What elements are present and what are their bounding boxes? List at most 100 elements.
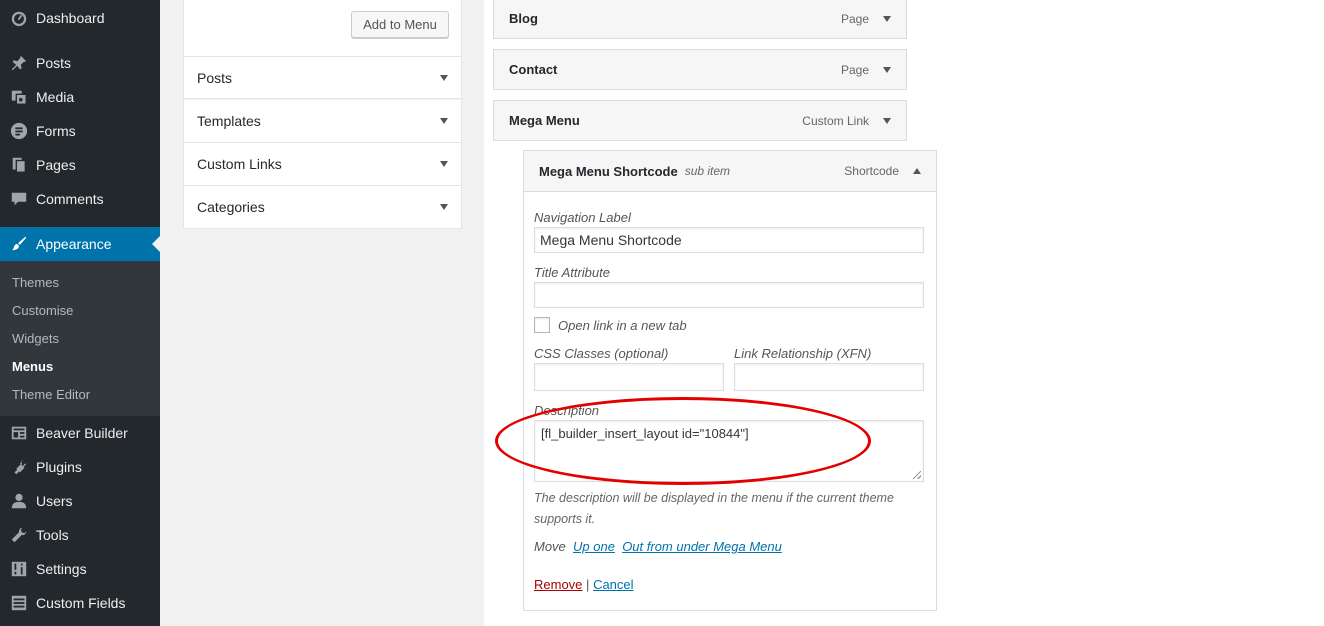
navigation-label-label: Navigation Label [534, 210, 631, 225]
plugin-icon [0, 458, 36, 476]
appearance-submenu: Themes Customise Widgets Menus Theme Edi… [0, 261, 160, 416]
actions-separator: | [586, 577, 590, 592]
remove-link[interactable]: Remove [534, 577, 582, 592]
title-attribute-label: Title Attribute [534, 265, 610, 280]
forms-icon [0, 122, 36, 140]
accordion-posts[interactable]: Posts [183, 56, 462, 99]
dashboard-icon [0, 9, 36, 27]
chevron-down-icon [440, 161, 448, 167]
css-classes-label: CSS Classes (optional) [534, 346, 669, 361]
move-out-link[interactable]: Out from under Mega Menu [622, 539, 782, 554]
sidebar-item-label: Tools [36, 527, 69, 543]
menu-item-contact[interactable]: Contact Page [493, 49, 907, 90]
sidebar-item-label: Custom Fields [36, 595, 126, 611]
chevron-down-icon[interactable] [883, 66, 891, 73]
resize-grip-icon[interactable] [913, 471, 921, 479]
sidebar-item-label: Beaver Builder [36, 425, 128, 441]
add-menu-items-panel: Add to Menu [183, 0, 462, 56]
accordion-categories[interactable]: Categories [183, 186, 462, 229]
accordion-custom-links[interactable]: Custom Links [183, 143, 462, 186]
user-icon [0, 492, 36, 510]
description-textarea[interactable]: [fl_builder_insert_layout id="10844"] [534, 420, 924, 482]
navigation-label-input[interactable]: Mega Menu Shortcode [534, 227, 924, 253]
sidebar-item-custom-fields[interactable]: Custom Fields [0, 586, 160, 620]
description-help-text: The description will be displayed in the… [534, 491, 894, 526]
sub-item-label: sub item [684, 164, 731, 178]
sidebar-item-label: Dashboard [36, 10, 105, 26]
submenu-item-theme-editor[interactable]: Theme Editor [12, 387, 90, 402]
comments-icon [0, 190, 36, 208]
sidebar-item-label: Appearance [36, 236, 112, 252]
actions-row: Remove | Cancel [534, 577, 634, 592]
sidebar-item-label: Plugins [36, 459, 82, 475]
xfn-label: Link Relationship (XFN) [734, 346, 872, 361]
sidebar-item-label: Users [36, 493, 73, 509]
chevron-down-icon [440, 74, 448, 81]
chevron-down-icon[interactable] [883, 117, 891, 124]
sidebar-item-settings[interactable]: Settings [0, 552, 160, 586]
sidebar-item-users[interactable]: Users [0, 484, 160, 518]
pages-icon [0, 156, 36, 174]
chevron-up-icon[interactable] [913, 168, 921, 174]
accordion-title: Templates [197, 113, 261, 129]
media-icon [0, 88, 36, 106]
accordion-title: Posts [197, 69, 233, 86]
submenu-item-menus[interactable]: Menus [12, 359, 53, 374]
menu-item-blog[interactable]: Blog Page [493, 0, 907, 39]
sidebar-item-label: Forms [36, 123, 76, 139]
accordion-title: Custom Links [197, 156, 282, 172]
menu-item-mega-menu[interactable]: Mega Menu Custom Link [493, 100, 907, 141]
sidebar-item-comments[interactable]: Comments [0, 182, 160, 216]
sidebar-item-plugins[interactable]: Plugins [0, 450, 160, 484]
settings-icon [0, 560, 36, 578]
submenu-item-customise[interactable]: Customise [12, 303, 73, 318]
menu-item-type: Page [840, 62, 869, 77]
css-classes-input[interactable] [534, 363, 724, 391]
sidebar-item-label: Pages [36, 157, 76, 173]
sidebar-item-label: Settings [36, 561, 87, 577]
move-row: Move Up one Out from under Mega Menu [534, 539, 782, 554]
menu-item-type: Page [840, 11, 869, 26]
paintbrush-icon [0, 235, 36, 253]
new-tab-label: Open link in a new tab [558, 318, 687, 333]
sidebar-item-label: Media [36, 89, 75, 105]
chevron-down-icon[interactable] [883, 15, 891, 22]
layout-icon [0, 424, 36, 442]
menu-item-type: Custom Link [802, 113, 869, 128]
wrench-icon [0, 526, 36, 544]
menu-item-type: Shortcode [844, 164, 899, 178]
chevron-down-icon [440, 118, 448, 124]
cancel-link[interactable]: Cancel [593, 577, 633, 592]
menu-item-title: Contact [509, 62, 558, 77]
sidebar-item-label: Comments [36, 191, 104, 207]
pin-icon [0, 54, 36, 72]
sidebar-item-forms[interactable]: Forms [0, 114, 160, 148]
sidebar-item-tools[interactable]: Tools [0, 518, 160, 552]
submenu-item-widgets[interactable]: Widgets [12, 331, 59, 346]
description-label: Description [534, 403, 600, 418]
admin-sidebar: Dashboard Posts Media Forms Pages Commen… [0, 0, 160, 626]
submenu-item-themes[interactable]: Themes [12, 275, 59, 290]
sidebar-item-posts[interactable]: Posts [0, 46, 160, 80]
menu-item-title: Mega Menu Shortcode [539, 163, 678, 179]
title-attribute-input[interactable] [534, 282, 924, 308]
menu-item-handle[interactable]: Mega Menu Shortcode sub item Shortcode [524, 151, 936, 192]
chevron-down-icon [440, 204, 448, 210]
sidebar-item-pages[interactable]: Pages [0, 148, 160, 182]
accordion-templates[interactable]: Templates [183, 100, 462, 143]
description-text: [fl_builder_insert_layout id="10844"] [541, 426, 749, 441]
move-up-one-link[interactable]: Up one [573, 539, 615, 554]
sidebar-item-media[interactable]: Media [0, 80, 160, 114]
sidebar-item-dashboard[interactable]: Dashboard [0, 1, 160, 35]
accordion-title: Categories [197, 199, 265, 215]
custom-fields-icon [0, 594, 36, 612]
menu-item-title: Mega Menu [509, 113, 580, 128]
sidebar-item-label: Posts [36, 55, 72, 71]
add-to-menu-button[interactable]: Add to Menu [351, 11, 449, 38]
sidebar-item-appearance[interactable]: Appearance [0, 227, 160, 261]
menu-item-title: Blog [509, 11, 538, 26]
sidebar-item-beaver-builder[interactable]: Beaver Builder [0, 416, 160, 450]
new-tab-checkbox[interactable] [534, 317, 550, 333]
menu-item-mega-menu-shortcode: Mega Menu Shortcode sub item Shortcode N… [523, 150, 937, 611]
xfn-input[interactable] [734, 363, 924, 391]
